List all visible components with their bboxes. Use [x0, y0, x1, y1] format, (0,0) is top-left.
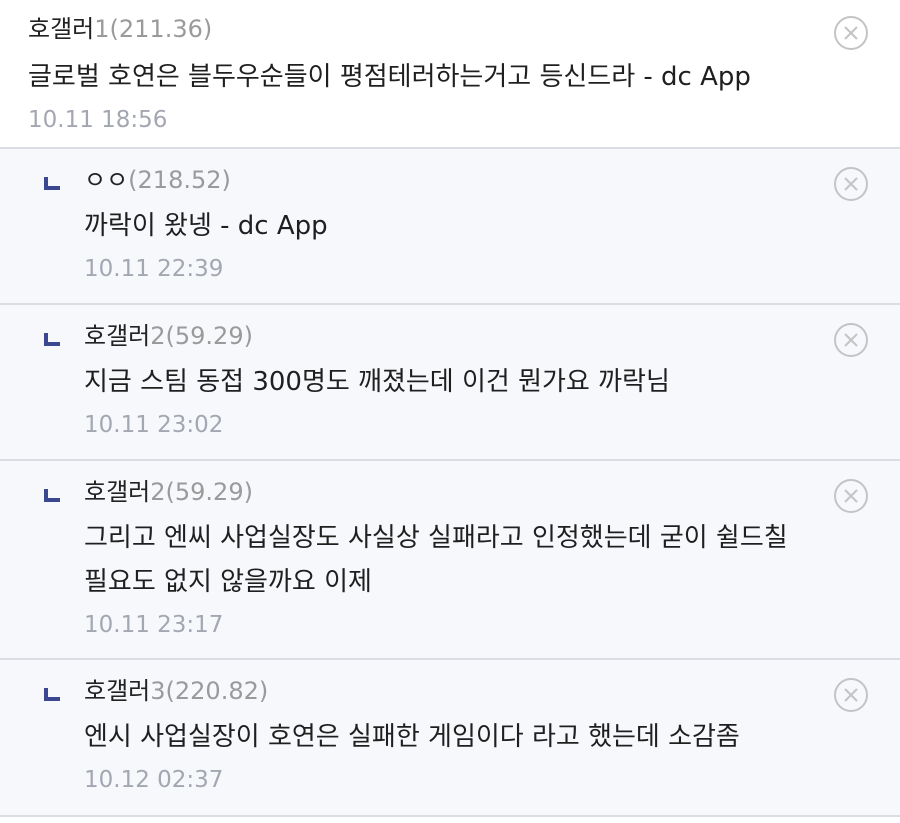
comment-text: 그리고 엔씨 사업실장도 사실상 실패라고 인정했는데 굳이 쉴드칠 필요도 없… [84, 523, 788, 597]
reply-arrow-icon [44, 688, 60, 701]
reply-arrow-icon [44, 489, 60, 502]
comment-date: 10.11 23:02 [84, 412, 224, 438]
comment-text: 까락이 왔넹 - dc App [84, 211, 328, 241]
author-nickname[interactable]: 호갤러 [84, 322, 150, 350]
reply-item: ㅇㅇ(218.52) 까락이 왔넹 - dc App 10.11 22:39 [0, 149, 900, 305]
reply-arrow-icon [44, 177, 60, 190]
reply-item: 호갤러3(220.82) 엔시 사업실장이 호연은 실패한 게임이다 라고 했는… [0, 660, 900, 817]
comment-text: 엔시 사업실장이 호연은 실패한 게임이다 라고 했는데 소감좀 [84, 722, 740, 752]
author-nickname[interactable]: ㅇㅇ [84, 166, 128, 194]
close-circle-icon [844, 333, 858, 347]
close-circle-icon [844, 489, 858, 503]
author-ip: 2(59.29) [150, 322, 253, 350]
author-ip: 3(220.82) [150, 677, 269, 705]
author-nickname[interactable]: 호갤러 [84, 677, 150, 705]
comment-date: 10.11 18:56 [28, 107, 168, 133]
comment-date: 10.11 23:17 [84, 612, 224, 638]
delete-button[interactable] [834, 167, 868, 201]
author-ip: (218.52) [128, 166, 231, 194]
delete-button[interactable] [834, 16, 868, 50]
author-ip: 1(211.36) [94, 15, 213, 43]
comment-list: 호갤러1(211.36) 글로벌 호연은 블두우순들이 평점테러하는거고 등신드… [0, 0, 900, 823]
author-ip: 2(59.29) [150, 478, 253, 506]
comment-author-line: 호갤러1(211.36) [28, 12, 810, 46]
comment-text: 글로벌 호연은 블두우순들이 평점테러하는거고 등신드라 - dc App [28, 62, 751, 92]
delete-button[interactable] [834, 678, 868, 712]
author-nickname[interactable]: 호갤러 [84, 478, 150, 506]
reply-item: 호갤러2(59.29) 지금 스팀 동접 300명도 깨졌는데 이건 뭔가요 까… [0, 305, 900, 461]
reply-item: 호갤러2(59.29) 그리고 엔씨 사업실장도 사실상 실패라고 인정했는데 … [0, 461, 900, 660]
comment-author-line: ㅇㅇ(218.52) [84, 163, 810, 197]
comment-author-line: 호갤러3(220.82) [84, 674, 810, 708]
delete-button[interactable] [834, 323, 868, 357]
comment-author-line: 호갤러2(59.29) [84, 319, 810, 353]
comment-date: 10.11 22:39 [84, 256, 224, 282]
comment-author-line: 호갤러2(59.29) [84, 475, 810, 509]
close-circle-icon [844, 688, 858, 702]
close-circle-icon [844, 177, 858, 191]
reply-arrow-icon [44, 333, 60, 346]
comment-date: 10.12 02:37 [84, 767, 224, 793]
comment-item: 호갤러1(211.36) 글로벌 호연은 블두우순들이 평점테러하는거고 등신드… [0, 0, 900, 149]
delete-button[interactable] [834, 479, 868, 513]
comment-text: 지금 스팀 동접 300명도 깨졌는데 이건 뭔가요 까락님 [84, 367, 670, 397]
close-circle-icon [844, 26, 858, 40]
author-nickname[interactable]: 호갤러 [28, 15, 94, 43]
